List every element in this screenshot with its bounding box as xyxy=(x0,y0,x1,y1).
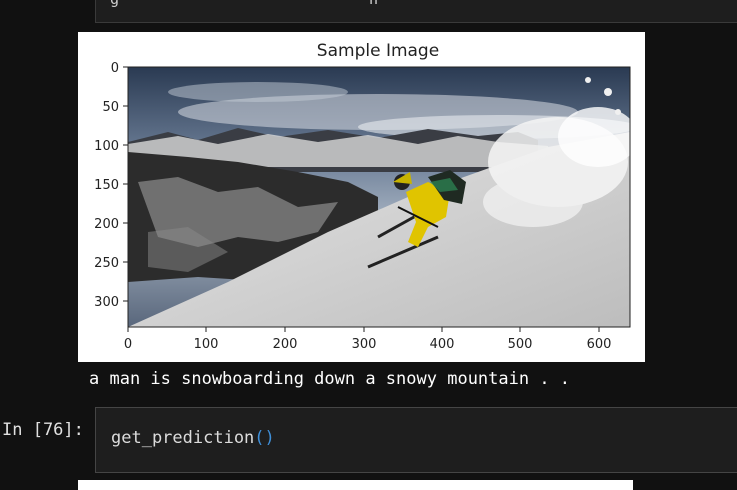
x-tick-label: 500 xyxy=(508,337,533,352)
y-tick-label: 150 xyxy=(94,178,119,193)
previous-code-fragment-end: n xyxy=(369,0,378,8)
x-tick-label: 400 xyxy=(430,337,455,352)
code-line: get_prediction() xyxy=(111,428,275,448)
prediction-caption: a man is snowboarding down a snowy mount… xyxy=(89,369,571,389)
x-tick-label: 200 xyxy=(273,337,298,352)
y-tick-label: 50 xyxy=(102,100,119,115)
previous-code-fragment: g xyxy=(110,0,119,8)
y-tick-label: 0 xyxy=(111,61,119,76)
x-tick-label: 300 xyxy=(352,337,377,352)
next-output-area xyxy=(78,480,633,490)
y-tick-label: 200 xyxy=(94,217,119,232)
code-parentheses: () xyxy=(254,428,275,448)
sample-photo xyxy=(128,67,630,327)
previous-code-cell[interactable]: g n xyxy=(95,0,737,23)
figure-title: Sample Image xyxy=(317,41,439,61)
y-tick-label: 300 xyxy=(94,295,119,310)
code-cell-input[interactable]: get_prediction() xyxy=(95,407,737,473)
x-tick-label: 600 xyxy=(587,337,612,352)
x-tick-label: 0 xyxy=(124,337,132,352)
cell-prompt: In [76]: xyxy=(2,420,84,440)
x-tick-label: 100 xyxy=(194,337,219,352)
y-tick-label: 100 xyxy=(94,139,119,154)
sample-image-figure: Sample Image 0 100 200 300 400 500 600 0… xyxy=(78,32,645,362)
code-function-name: get_prediction xyxy=(111,428,255,448)
figure-canvas: Sample Image 0 100 200 300 400 500 600 0… xyxy=(94,41,631,352)
y-tick-label: 250 xyxy=(94,256,119,271)
